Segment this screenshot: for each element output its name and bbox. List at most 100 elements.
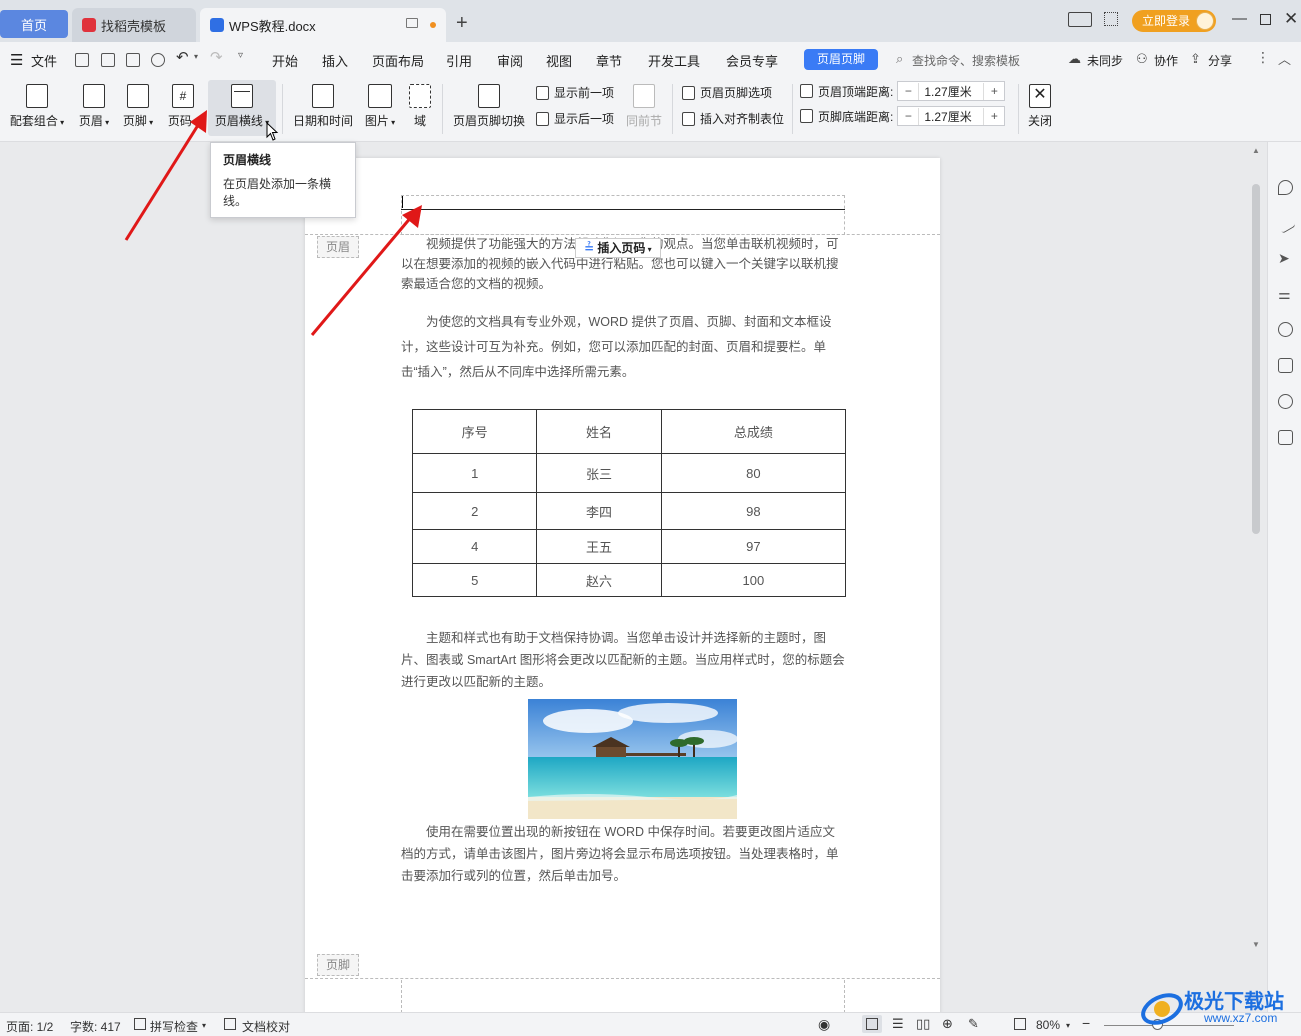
header-top-plus[interactable]: +	[984, 84, 1004, 98]
minimize-button[interactable]: —	[1232, 10, 1247, 27]
header-region[interactable]	[401, 195, 845, 235]
page-indicator[interactable]: 页面: 1/2	[6, 1018, 53, 1035]
compass-icon[interactable]	[1278, 394, 1293, 409]
hf-options-button[interactable]: 页眉页脚选项	[682, 84, 772, 101]
menu-file[interactable]: 文件	[31, 51, 57, 70]
close-hf-button[interactable]: ✕ 关闭	[1024, 80, 1056, 129]
command-search-input[interactable]: 查找命令、搜索模板	[912, 52, 1020, 69]
header-top-minus[interactable]: −	[898, 84, 918, 98]
menu-chapter[interactable]: 章节	[596, 51, 622, 70]
table-cell[interactable]: 100	[660, 563, 847, 597]
zoom-dropdown-icon[interactable]: ▾	[1066, 1021, 1070, 1030]
apps-grid-icon[interactable]	[1104, 12, 1118, 26]
undo-dropdown-icon[interactable]: ▾	[194, 52, 198, 61]
table-cell[interactable]: 张三	[536, 453, 662, 493]
pagenum-button[interactable]: # 页码 ▾	[163, 80, 203, 129]
zoom-out-button[interactable]: −	[1082, 1015, 1090, 1031]
menu-start[interactable]: 开始	[272, 51, 298, 70]
close-window-button[interactable]: ✕	[1284, 9, 1298, 29]
same-section-button[interactable]: 同前节	[624, 80, 664, 129]
login-button[interactable]: 立即登录	[1132, 10, 1217, 32]
tab-document[interactable]: WPS教程.docx	[200, 8, 446, 42]
sliders-icon[interactable]: ⚌	[1278, 286, 1293, 302]
collab-button[interactable]: 协作	[1154, 52, 1178, 69]
menu-review[interactable]: 审阅	[497, 51, 523, 70]
tab-store[interactable]: 找稻壳模板	[72, 8, 196, 42]
show-prev-button[interactable]: 显示前一项	[536, 84, 614, 101]
paragraph-2[interactable]: 为使您的文档具有专业外观，WORD 提供了页眉、页脚、封面和文本框设计，这些设计…	[401, 310, 845, 385]
show-next-button[interactable]: 显示后一项	[536, 110, 614, 127]
table-cell[interactable]: 4	[411, 529, 538, 564]
print-icon[interactable]	[126, 53, 140, 67]
table-cell[interactable]: 李四	[536, 492, 662, 530]
hf-switch-button[interactable]: 页眉页脚切换	[450, 80, 528, 129]
field-button[interactable]: 域	[404, 80, 436, 129]
layout-icon[interactable]	[1068, 12, 1092, 27]
table-cell[interactable]: 王五	[536, 529, 662, 564]
share-button[interactable]: 分享	[1208, 52, 1232, 69]
pen-icon[interactable]	[1275, 213, 1296, 234]
proofread-button[interactable]: 文档校对	[242, 1018, 290, 1035]
menu-member[interactable]: 会员专享	[726, 51, 778, 70]
table-header-cell[interactable]: 总成绩	[660, 409, 847, 454]
fit-page-icon[interactable]	[1014, 1018, 1026, 1030]
footer-bottom-plus[interactable]: +	[984, 109, 1004, 123]
draw-icon[interactable]: ✎	[968, 1016, 979, 1032]
zoom-level[interactable]: 80%	[1036, 1018, 1060, 1032]
table-header-cell[interactable]: 序号	[411, 409, 538, 454]
reading-view-icon[interactable]: ▯▯	[916, 1016, 930, 1032]
score-table[interactable]: 序号 姓名 总成绩 1 张三 80 2 李四 98 4 王五 97 5 赵六 1…	[411, 409, 847, 597]
datetime-button[interactable]: 日期和时间	[290, 80, 356, 129]
save-icon[interactable]	[75, 53, 89, 67]
insert-pagenum-button[interactable]: ≟ 插入页码 ▾	[575, 238, 661, 258]
menu-view[interactable]: 视图	[546, 51, 572, 70]
table-cell[interactable]: 1	[411, 453, 538, 493]
table-cell[interactable]: 97	[660, 529, 847, 564]
hamburger-icon[interactable]: ☰	[10, 51, 23, 69]
table-cell[interactable]: 80	[660, 453, 847, 493]
new-tab-button[interactable]: +	[456, 12, 468, 35]
table-cell[interactable]: 5	[411, 563, 538, 597]
pointer-icon[interactable]: ➤	[1278, 250, 1293, 266]
outline-view-icon[interactable]: ☰	[892, 1016, 904, 1032]
vertical-scrollbar[interactable]: ▲ ▼	[1249, 142, 1263, 1012]
footer-bottom-value[interactable]: 1.27厘米	[918, 107, 985, 125]
header-top-value[interactable]: 1.27厘米	[918, 82, 985, 100]
menu-page-layout[interactable]: 页面布局	[372, 51, 424, 70]
sync-status[interactable]: 未同步	[1087, 52, 1123, 69]
print-preview-icon[interactable]	[151, 53, 165, 67]
footer-bottom-minus[interactable]: −	[898, 109, 918, 123]
monitor-icon[interactable]	[406, 18, 418, 28]
tab-home[interactable]: 首页	[0, 10, 68, 38]
header-button[interactable]: 页眉 ▾	[74, 80, 114, 129]
footer-button[interactable]: 页脚 ▾	[118, 80, 158, 129]
footer-bottom-stepper[interactable]: − 1.27厘米 +	[897, 106, 1006, 126]
scroll-down-icon[interactable]: ▼	[1252, 940, 1260, 949]
menu-developer[interactable]: 开发工具	[648, 51, 700, 70]
menu-insert[interactable]: 插入	[322, 51, 348, 70]
paragraph-4[interactable]: 使用在需要位置出现的新按钮在 WORD 中保存时间。若要更改图片适应文档的方式，…	[401, 821, 845, 887]
document-page[interactable]: 页眉 ≟ 插入页码 ▾ 视频提供了功能强大的方法帮助您证明您的观点。当您单击联机…	[305, 158, 940, 1018]
menu-header-footer[interactable]: 页眉页脚	[804, 49, 878, 70]
maximize-button[interactable]	[1260, 14, 1271, 25]
scroll-up-icon[interactable]: ▲	[1252, 146, 1260, 155]
table-cell[interactable]: 2	[411, 492, 538, 530]
combo-button[interactable]: 配套组合 ▾	[6, 80, 68, 129]
align-tab-button[interactable]: 插入对齐制表位	[682, 110, 784, 127]
book-icon[interactable]	[1278, 430, 1293, 445]
export-pdf-icon[interactable]	[101, 53, 115, 67]
help-icon[interactable]	[1278, 322, 1293, 337]
picture-button[interactable]: 图片 ▾	[360, 80, 400, 129]
table-header-cell[interactable]: 姓名	[536, 409, 662, 454]
table-cell[interactable]: 赵六	[536, 563, 662, 597]
spellcheck-button[interactable]: 拼写检查	[150, 1018, 198, 1035]
table-cell[interactable]: 98	[660, 492, 847, 530]
collapse-ribbon-icon[interactable]: ︿	[1278, 49, 1291, 68]
header-top-stepper[interactable]: − 1.27厘米 +	[897, 81, 1006, 101]
word-count[interactable]: 字数: 417	[70, 1018, 121, 1035]
spellcheck-dropdown-icon[interactable]: ▾	[202, 1021, 206, 1030]
web-view-icon[interactable]: ⊕	[942, 1016, 953, 1032]
rocket-icon[interactable]	[1278, 180, 1293, 195]
undo-icon[interactable]: ↶	[176, 48, 189, 66]
menu-references[interactable]: 引用	[446, 51, 472, 70]
